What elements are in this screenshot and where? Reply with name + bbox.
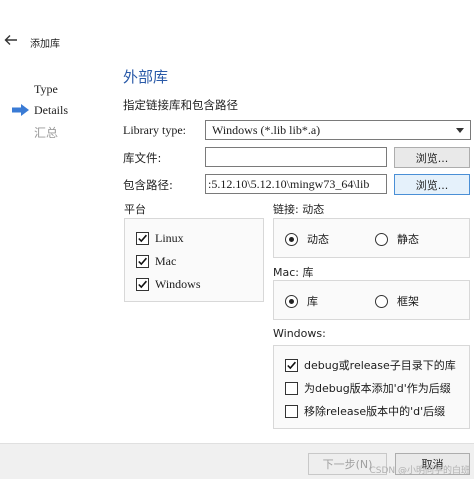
windows-add-d-suffix-label: 为debug版本添加'd'作为后缀	[304, 382, 451, 395]
library-file-input[interactable]	[205, 147, 387, 167]
checkbox-box	[136, 278, 149, 291]
linkage-group-title: 链接: 动态	[273, 203, 325, 216]
library-type-value: Windows (*.lib lib*.a)	[212, 123, 321, 137]
library-type-select[interactable]: Windows (*.lib lib*.a)	[205, 120, 471, 140]
include-path-value: :5.12.10\5.12.10\mingw73_64\lib	[208, 177, 370, 191]
checkmark-icon	[138, 280, 148, 289]
platform-mac-label: Mac	[155, 254, 177, 268]
checkbox-box	[285, 358, 298, 372]
radio-dot	[375, 232, 388, 246]
mac-library-label: 库	[307, 295, 318, 308]
windows-group-title: Windows:	[273, 327, 326, 340]
linkage-dynamic-label: 动态	[307, 233, 329, 246]
platform-group-title: 平台	[124, 203, 146, 216]
platform-linux-label: Linux	[155, 231, 184, 245]
mac-framework-label: 框架	[397, 295, 419, 308]
checkbox-box	[285, 404, 298, 418]
step-type: Type	[34, 82, 58, 96]
linkage-dynamic-radio[interactable]: 动态	[285, 231, 329, 247]
checkbox-box	[136, 255, 149, 268]
platform-windows-checkbox[interactable]: Windows	[136, 277, 201, 292]
checkmark-icon	[138, 257, 148, 266]
platform-windows-label: Windows	[155, 277, 201, 291]
windows-debug-release-checkbox[interactable]: debug或release子目录下的库	[285, 357, 456, 373]
platform-mac-checkbox[interactable]: Mac	[136, 254, 176, 269]
checkbox-box	[285, 381, 298, 395]
radio-dot	[285, 294, 298, 308]
browse-include-path-button[interactable]: 浏览...	[394, 174, 470, 195]
linkage-static-label: 静态	[397, 233, 419, 246]
radio-dot	[285, 232, 298, 246]
step-summary: 汇总	[34, 126, 59, 140]
checkmark-icon	[287, 361, 297, 369]
window-title: 添加库	[30, 39, 60, 50]
include-path-input[interactable]: :5.12.10\5.12.10\mingw73_64\lib	[205, 174, 387, 194]
page-subtitle: 指定链接库和包含路径	[123, 98, 238, 112]
windows-remove-d-suffix-label: 移除release版本中的'd'后缀	[304, 405, 446, 418]
mac-framework-radio[interactable]: 框架	[375, 293, 419, 309]
windows-add-d-suffix-checkbox[interactable]: 为debug版本添加'd'作为后缀	[285, 380, 451, 396]
mac-library-radio[interactable]: 库	[285, 293, 318, 309]
current-step-arrow-icon	[12, 104, 29, 116]
library-type-label: Library type:	[123, 123, 186, 137]
watermark: CSDN @小明同学的白班	[369, 466, 470, 476]
mac-group-title: Mac: 库	[273, 266, 314, 279]
radio-dot	[375, 294, 388, 308]
platform-linux-checkbox[interactable]: Linux	[136, 231, 184, 246]
include-path-label: 包含路径:	[123, 178, 173, 192]
checkmark-icon	[138, 234, 148, 243]
chevron-down-icon	[456, 128, 464, 133]
library-file-label: 库文件:	[123, 151, 162, 165]
linkage-static-radio[interactable]: 静态	[375, 231, 419, 247]
page-title: 外部库	[123, 68, 169, 86]
back-arrow-icon[interactable]	[4, 33, 18, 47]
browse-library-file-button[interactable]: 浏览...	[394, 147, 470, 168]
windows-debug-release-label: debug或release子目录下的库	[304, 359, 456, 372]
step-details: Details	[34, 103, 68, 117]
checkbox-box	[136, 232, 149, 245]
windows-remove-d-suffix-checkbox[interactable]: 移除release版本中的'd'后缀	[285, 403, 445, 419]
